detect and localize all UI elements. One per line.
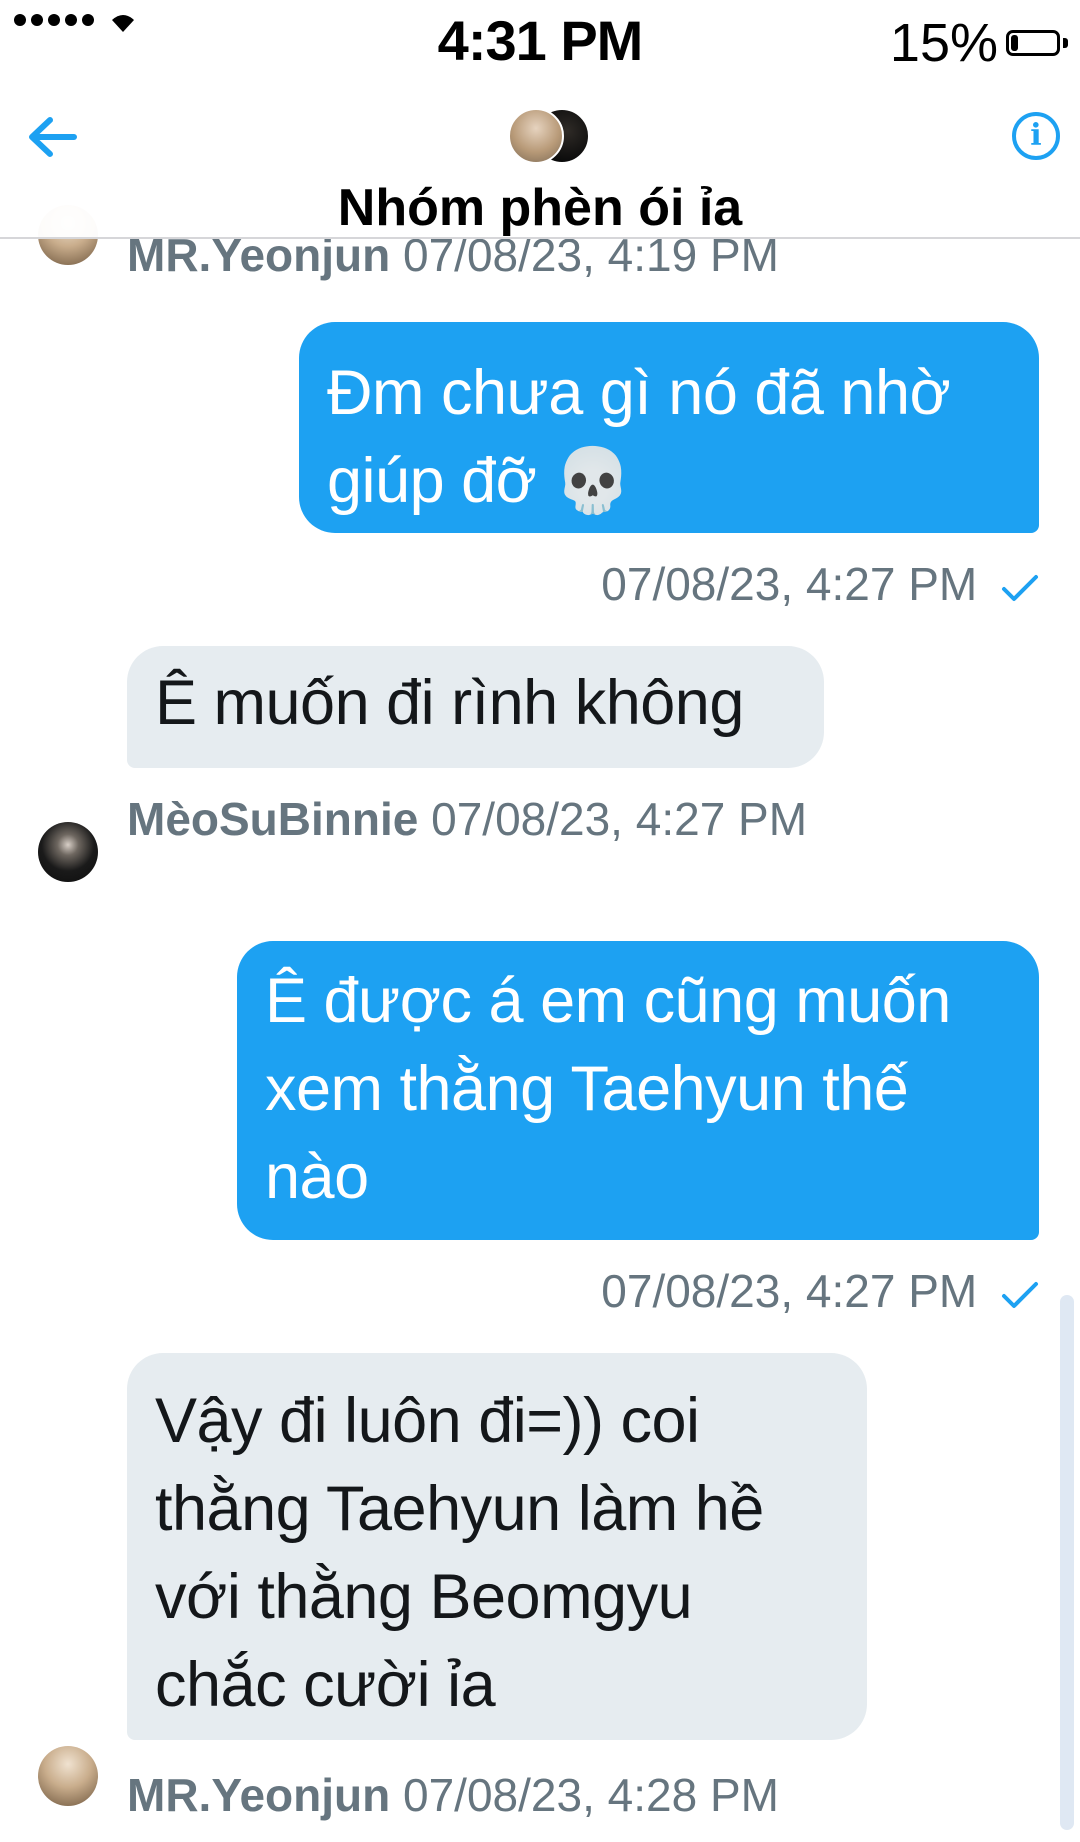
status-bar: 4:31 PM 15% (0, 0, 1080, 90)
message-timestamp: 07/08/23, 4:27 PM (601, 1265, 978, 1317)
sent-message-bubble[interactable]: Đm chưa gì nó đã nhờ giúp đỡ 💀 (299, 322, 1039, 533)
message-meta: MèoSuBinnie 07/08/23, 4:27 PM (127, 790, 827, 848)
battery-percent: 15% (889, 13, 998, 73)
avatar[interactable] (38, 822, 98, 882)
info-icon[interactable]: i (1012, 112, 1060, 160)
message-meta: 07/08/23, 4:27 PM (440, 555, 1040, 613)
message-meta: 07/08/23, 4:27 PM (440, 1262, 1040, 1320)
battery-nub (1063, 38, 1068, 48)
received-message-bubble[interactable]: Ê muốn đi rình không (127, 646, 824, 768)
avatar[interactable] (38, 1746, 98, 1806)
scrollbar[interactable] (1060, 1295, 1074, 1830)
conversation-header: Nhóm phèn ói ỉa i (0, 90, 1080, 239)
member-avatar (508, 108, 564, 164)
sender-name: MèoSuBinnie (127, 793, 419, 845)
sent-message-bubble[interactable]: Ê được á em cũng muốn xem thằng Taehyun … (237, 941, 1039, 1240)
conversation-title[interactable]: Nhóm phèn ói ỉa (0, 178, 1080, 237)
battery-icon (1006, 30, 1060, 56)
message-timestamp: 07/08/23, 4:27 PM (601, 558, 978, 610)
battery-level (1011, 35, 1018, 51)
message-meta: MR.Yeonjun 07/08/23, 4:28 PM (127, 1766, 927, 1824)
message-timestamp: 07/08/23, 4:28 PM (403, 1769, 779, 1821)
check-icon (1002, 1281, 1038, 1308)
check-icon (1002, 574, 1038, 601)
received-message-bubble[interactable]: Vậy đi luôn đi=)) coi thằng Taehyun làm … (127, 1353, 867, 1740)
back-arrow-icon[interactable] (22, 112, 82, 162)
sender-name: MR.Yeonjun (127, 1769, 391, 1821)
group-avatar[interactable] (508, 108, 590, 164)
message-timestamp: 07/08/23, 4:27 PM (431, 793, 808, 845)
